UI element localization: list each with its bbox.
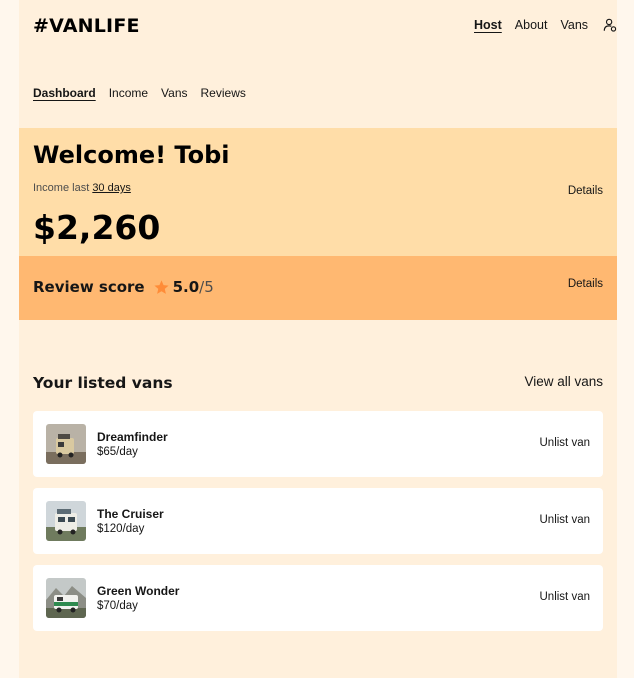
review-score-max: /5 <box>199 278 214 296</box>
host-nav-vans[interactable]: Vans <box>161 86 187 100</box>
nav-about[interactable]: About <box>515 18 548 32</box>
host-nav: Dashboard Income Vans Reviews <box>33 86 259 100</box>
van-price: $120/day <box>97 523 145 535</box>
income-details-link[interactable]: Details <box>568 185 603 197</box>
van-thumbnail-green-wonder <box>46 578 86 618</box>
review-score-value: 5.0 <box>172 278 200 296</box>
unlist-van-button[interactable]: Unlist van <box>540 591 591 603</box>
host-nav-income[interactable]: Income <box>109 86 148 100</box>
review-details-link[interactable]: Details <box>568 278 603 290</box>
welcome-heading: Welcome! Tobi <box>33 141 230 169</box>
review-score-row: Review score 5.0/5 <box>33 278 214 296</box>
van-name: The Cruiser <box>97 507 164 521</box>
host-nav-dashboard[interactable]: Dashboard <box>33 86 96 100</box>
logo[interactable]: #VANLIFE <box>33 15 140 37</box>
van-price: $70/day <box>97 600 138 612</box>
income-section: Welcome! Tobi Income last 30 days $2,260… <box>19 128 617 256</box>
star-icon <box>154 279 169 294</box>
nav-vans[interactable]: Vans <box>560 18 588 32</box>
van-card: Dreamfinder $65/day Unlist van <box>33 411 603 477</box>
page: #VANLIFE Host About Vans Dashboard Incom… <box>19 0 617 678</box>
review-score-title: Review score <box>33 278 145 296</box>
van-price: $65/day <box>97 446 138 458</box>
income-period-link[interactable]: 30 days <box>92 182 131 194</box>
van-name: Dreamfinder <box>97 430 168 444</box>
van-name: Green Wonder <box>97 584 180 598</box>
listed-vans-title: Your listed vans <box>33 374 173 392</box>
host-nav-reviews[interactable]: Reviews <box>201 86 246 100</box>
van-card: Green Wonder $70/day Unlist van <box>33 565 603 631</box>
unlist-van-button[interactable]: Unlist van <box>540 514 591 526</box>
income-amount: $2,260 <box>33 208 161 247</box>
van-card: The Cruiser $120/day Unlist van <box>33 488 603 554</box>
van-thumbnail-the-cruiser <box>46 501 86 541</box>
review-section: Review score 5.0/5 Details <box>19 256 617 320</box>
van-thumbnail-dreamfinder <box>46 424 86 464</box>
income-period-label: Income last 30 days <box>33 182 131 194</box>
income-label-prefix: Income last <box>33 182 93 194</box>
nav-host[interactable]: Host <box>474 18 502 32</box>
user-circle-icon[interactable] <box>603 18 617 32</box>
unlist-van-button[interactable]: Unlist van <box>540 437 591 449</box>
view-all-vans-link[interactable]: View all vans <box>524 374 603 389</box>
main-nav: Host About Vans <box>474 18 617 32</box>
